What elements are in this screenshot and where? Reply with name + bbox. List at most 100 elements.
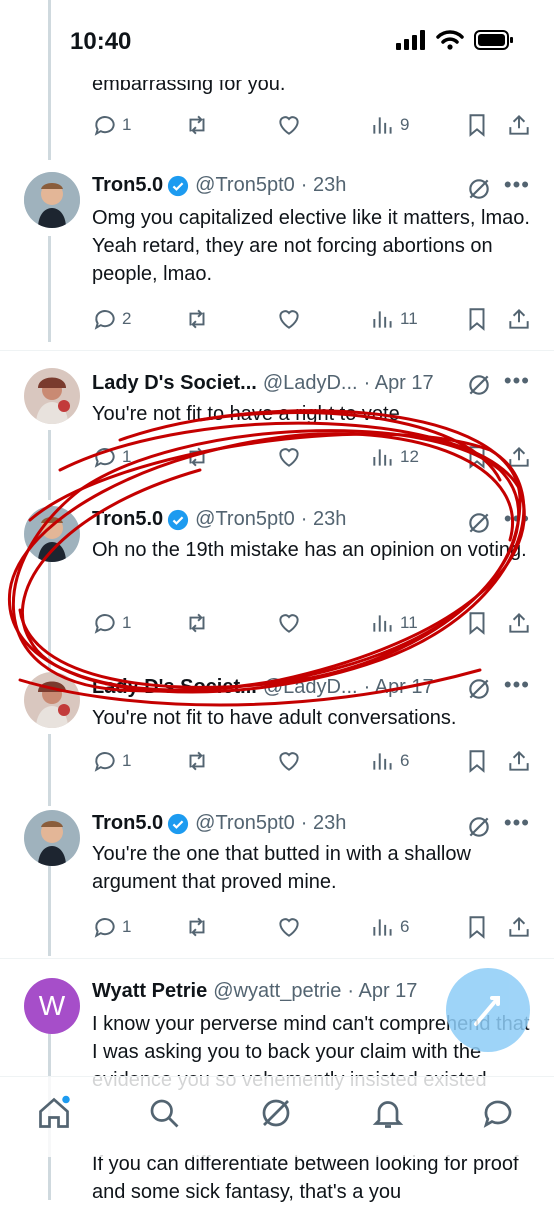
views-count: 6 <box>400 751 410 770</box>
repost-button[interactable] <box>184 748 210 774</box>
more-options-icon[interactable]: ••• <box>504 172 530 198</box>
handle[interactable]: @wyatt_petrie <box>213 980 341 1003</box>
avatar[interactable]: W <box>24 978 80 1034</box>
bookmark-icon <box>469 308 485 331</box>
repost-icon <box>189 917 205 937</box>
bookmark-button[interactable] <box>464 914 490 940</box>
bookmark-button[interactable] <box>464 306 490 332</box>
reply-icon <box>94 614 115 634</box>
notifications-icon[interactable] <box>370 1095 406 1131</box>
home-icon[interactable] <box>36 1095 72 1131</box>
like-button[interactable] <box>276 306 302 332</box>
more-options-icon[interactable]: ••• <box>504 672 530 698</box>
tweet-header: Lady D's Societ... @LadyD... · Apr 17 <box>92 372 434 395</box>
like-button[interactable] <box>276 914 302 940</box>
grok-icon[interactable] <box>466 814 492 840</box>
messages-icon[interactable] <box>480 1095 516 1131</box>
repost-button[interactable] <box>184 444 210 470</box>
views-icon <box>373 753 392 770</box>
share-button[interactable] <box>506 112 532 138</box>
views-button[interactable]: 12 <box>370 444 419 470</box>
tweet-text: Omg you capitalized elective like it mat… <box>92 207 530 285</box>
tweet-text: You're not fit to have a right to vote <box>92 403 400 425</box>
reply-button[interactable]: 1 <box>92 914 131 940</box>
handle[interactable]: @Tron5pt0 <box>195 174 295 197</box>
tweet-text: You're not fit to have adult conversatio… <box>92 707 457 729</box>
divider <box>0 350 554 351</box>
views-button[interactable]: 6 <box>370 914 409 940</box>
repost-button[interactable] <box>184 610 210 636</box>
more-options-icon[interactable]: ••• <box>504 368 530 394</box>
handle[interactable]: @Tron5pt0 <box>195 812 295 835</box>
handle[interactable]: @LadyD... <box>263 372 358 395</box>
share-button[interactable] <box>506 306 532 332</box>
wifi-icon <box>436 30 464 50</box>
bookmark-button[interactable] <box>464 444 490 470</box>
handle[interactable]: @LadyD... <box>263 676 358 699</box>
share-button[interactable] <box>506 610 532 636</box>
avatar[interactable] <box>24 506 80 562</box>
bookmark-button[interactable] <box>464 112 490 138</box>
timestamp: · 23h <box>300 812 347 834</box>
avatar-photo <box>24 506 80 562</box>
share-button[interactable] <box>506 748 532 774</box>
reply-button[interactable]: 2 <box>92 306 131 332</box>
reply-button[interactable]: 1 <box>92 610 131 636</box>
display-name[interactable]: Tron5.0 <box>92 812 163 835</box>
display-name[interactable]: Tron5.0 <box>92 174 163 197</box>
share-button[interactable] <box>506 914 532 940</box>
tweet-actions: 1 12 <box>92 444 532 474</box>
grok-icon[interactable] <box>466 176 492 202</box>
like-button[interactable] <box>276 112 302 138</box>
avatar[interactable] <box>24 672 80 728</box>
like-button[interactable] <box>276 444 302 470</box>
thread-line <box>48 560 51 670</box>
search-icon[interactable] <box>146 1095 182 1131</box>
grok-icon[interactable] <box>258 1095 294 1131</box>
display-name[interactable]: Lady D's Societ... <box>92 372 257 395</box>
views-button[interactable]: 9 <box>370 112 409 138</box>
grok-icon[interactable] <box>466 676 492 702</box>
compose-button[interactable] <box>446 968 530 1052</box>
repost-button[interactable] <box>184 306 210 332</box>
handle[interactable]: @Tron5pt0 <box>195 508 295 531</box>
bookmark-button[interactable] <box>464 610 490 636</box>
views-button[interactable]: 6 <box>370 748 409 774</box>
like-button[interactable] <box>276 748 302 774</box>
like-button[interactable] <box>276 610 302 636</box>
tweet-actions: 1 11 <box>92 610 532 640</box>
grok-icon[interactable] <box>466 372 492 398</box>
thread-line <box>48 236 51 342</box>
bookmark-button[interactable] <box>464 748 490 774</box>
tweet-text: Oh no the 19th mistake has an opinion on… <box>92 539 527 561</box>
repost-icon <box>189 115 205 135</box>
heart-icon <box>279 752 299 771</box>
reply-button[interactable]: 1 <box>92 444 131 470</box>
verified-badge-icon <box>168 813 189 834</box>
more-options-icon[interactable]: ••• <box>504 810 530 836</box>
repost-button[interactable] <box>184 112 210 138</box>
avatar[interactable] <box>24 172 80 228</box>
divider <box>0 958 554 959</box>
bookmark-icon <box>469 916 485 939</box>
repost-button[interactable] <box>184 914 210 940</box>
more-options-icon[interactable]: ••• <box>504 506 530 532</box>
views-button[interactable]: 11 <box>370 306 418 332</box>
grok-icon[interactable] <box>466 510 492 536</box>
share-button[interactable] <box>506 444 532 470</box>
views-icon <box>373 311 392 328</box>
tweet-header: Wyatt Petrie @wyatt_petrie · Apr 17 <box>92 980 417 1003</box>
display-name[interactable]: Wyatt Petrie <box>92 980 207 1003</box>
avatar[interactable] <box>24 368 80 424</box>
heart-icon <box>279 310 299 329</box>
views-icon <box>373 919 392 936</box>
bookmark-icon <box>469 446 485 469</box>
display-name[interactable]: Lady D's Societ... <box>92 676 257 699</box>
status-time: 10:40 <box>70 28 132 55</box>
views-button[interactable]: 11 <box>370 610 418 636</box>
display-name[interactable]: Tron5.0 <box>92 508 163 531</box>
bookmark-icon <box>469 750 485 773</box>
reply-button[interactable]: 1 <box>92 748 131 774</box>
reply-button[interactable]: 1 <box>92 112 131 138</box>
avatar[interactable] <box>24 810 80 866</box>
